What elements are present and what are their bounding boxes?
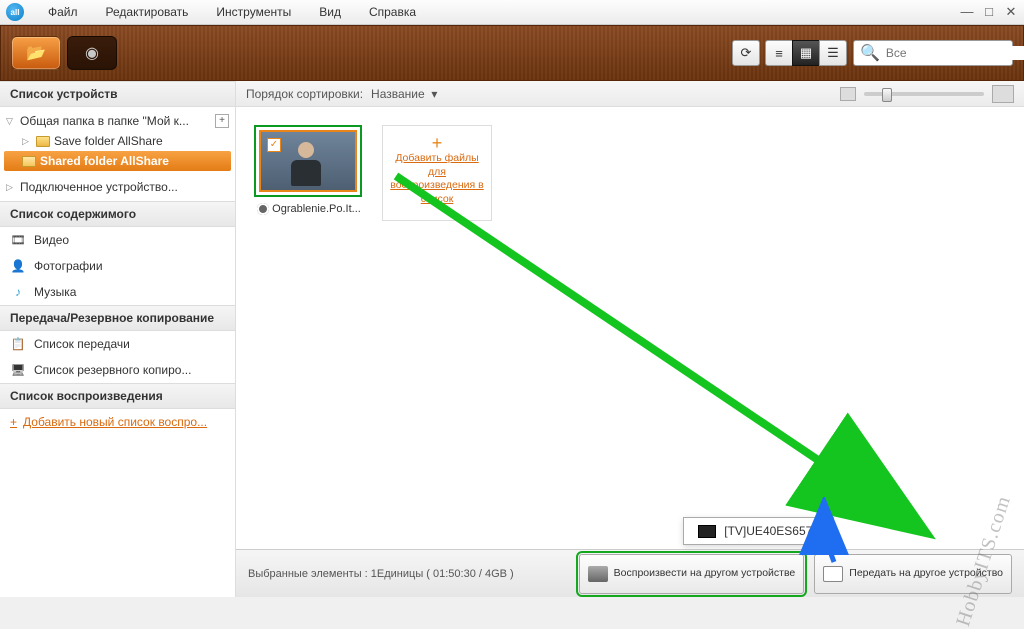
view-list-button[interactable]: ≡ bbox=[765, 40, 793, 66]
tree-root-folder[interactable]: ▽ Общая папка в папке "Мой к... + bbox=[0, 111, 235, 131]
tree-item-label: Save folder AllShare bbox=[54, 134, 163, 148]
button-label: Воспроизвести на другом устройстве bbox=[614, 567, 796, 580]
sidebar-item-video[interactable]: 🎞 Видео bbox=[0, 227, 235, 253]
devices-header: Список устройств bbox=[0, 81, 235, 107]
tree-item-label: Shared folder AllShare bbox=[40, 154, 169, 168]
add-files-label: Добавить файлы для воспроизведения в спи… bbox=[389, 152, 485, 207]
selection-status: Выбранные элементы : 1Единицы ( 01:50:30… bbox=[248, 568, 514, 580]
play-on-device-button[interactable]: Воспроизвести на другом устройстве bbox=[579, 554, 805, 594]
menu-file[interactable]: Файл bbox=[34, 5, 92, 19]
main-toolbar: 📂 ◉ ⟳ ≡ ▦ ☰ 🔍 bbox=[0, 25, 1024, 81]
status-bar: Выбранные элементы : 1Единицы ( 01:50:30… bbox=[236, 549, 1024, 597]
tree-item-label: Подключенное устройство... bbox=[20, 180, 178, 194]
content-header: Список содержимого bbox=[0, 201, 235, 227]
library-tab[interactable]: 📂 bbox=[11, 36, 61, 70]
music-icon: ♪ bbox=[10, 284, 26, 300]
film-reel-icon bbox=[257, 203, 269, 215]
thumb-small-icon bbox=[840, 87, 856, 101]
app-logo-icon: all bbox=[6, 3, 24, 21]
sidebar-item-label: Музыка bbox=[34, 285, 76, 299]
window-controls: — □ ✕ bbox=[960, 5, 1018, 19]
transfer-header: Передача/Резервное копирование bbox=[0, 305, 235, 331]
sidebar-item-music[interactable]: ♪ Музыка bbox=[0, 279, 235, 305]
sort-dropdown[interactable]: Название ▾ bbox=[371, 87, 437, 101]
tree-root-label: Общая папка в папке "Мой к... bbox=[20, 114, 189, 128]
sort-bar: Порядок сортировки: Название ▾ bbox=[236, 81, 1024, 107]
sidebar-item-label: Список передачи bbox=[34, 337, 130, 351]
thumbnail-grid: ✓ Ograblenie.Po.It... + Добавить файлы д… bbox=[236, 107, 1024, 549]
chevron-right-icon: ▷ bbox=[6, 182, 16, 193]
backup-icon: 🖥 bbox=[10, 362, 26, 378]
folder-open-icon bbox=[22, 156, 36, 167]
tree-item-save-folder[interactable]: ▷ Save folder AllShare bbox=[0, 131, 235, 151]
content-area: Порядок сортировки: Название ▾ ✓ Ograble… bbox=[236, 81, 1024, 597]
check-icon: ✓ bbox=[267, 138, 281, 152]
sidebar-item-label: Видео bbox=[34, 233, 69, 247]
sidebar-item-backup-list[interactable]: 🖥 Список резервного копиро... bbox=[0, 357, 235, 383]
sidebar: Список устройств ▽ Общая папка в папке "… bbox=[0, 81, 236, 597]
add-playlist-label: Добавить новый список воспро... bbox=[23, 415, 207, 429]
file-name: Ograblenie.Po.It... bbox=[272, 203, 361, 215]
view-mode-group: ≡ ▦ ☰ bbox=[766, 40, 847, 66]
refresh-button[interactable]: ⟳ bbox=[732, 40, 760, 66]
menu-help[interactable]: Справка bbox=[355, 5, 430, 19]
sidebar-item-photo[interactable]: 👤 Фотографии bbox=[0, 253, 235, 279]
menu-view[interactable]: Вид bbox=[305, 5, 355, 19]
tree-item-shared-folder[interactable]: Shared folder AllShare bbox=[4, 151, 231, 171]
menu-edit[interactable]: Редактировать bbox=[92, 5, 203, 19]
view-detail-button[interactable]: ☰ bbox=[819, 40, 847, 66]
maximize-button[interactable]: □ bbox=[982, 5, 996, 19]
sort-label: Порядок сортировки: bbox=[246, 87, 363, 101]
tree-connected-device[interactable]: ▷ Подключенное устройство... bbox=[0, 177, 235, 197]
thumb-large-icon bbox=[992, 85, 1014, 103]
search-icon: 🔍 bbox=[860, 43, 880, 63]
chevron-right-icon: ▷ bbox=[22, 136, 32, 147]
add-playlist-link[interactable]: + Добавить новый список воспро... bbox=[0, 409, 235, 435]
cast-play-icon bbox=[588, 566, 608, 582]
chevron-down-icon: ▽ bbox=[6, 116, 16, 127]
thumbnail-selected[interactable]: ✓ bbox=[254, 125, 362, 197]
video-icon: 🎞 bbox=[10, 232, 26, 248]
folder-icon bbox=[36, 136, 50, 147]
thumbnail-size-slider[interactable] bbox=[864, 92, 984, 96]
send-file-icon bbox=[823, 566, 843, 582]
play-circle-icon: ◉ bbox=[85, 43, 99, 63]
file-item[interactable]: ✓ Ograblenie.Po.It... bbox=[254, 125, 364, 215]
refresh-icon: ⟳ bbox=[741, 45, 752, 61]
photo-icon: 👤 bbox=[10, 258, 26, 274]
list-icon: ≡ bbox=[775, 46, 783, 61]
transfer-icon: 📋 bbox=[10, 336, 26, 352]
tv-icon bbox=[698, 525, 716, 538]
sidebar-item-transfer-list[interactable]: 📋 Список передачи bbox=[0, 331, 235, 357]
view-grid-button[interactable]: ▦ bbox=[792, 40, 820, 66]
titlebar: all Файл Редактировать Инструменты Вид С… bbox=[0, 0, 1024, 25]
thumbnail-preview bbox=[289, 142, 323, 186]
player-tab[interactable]: ◉ bbox=[67, 36, 117, 70]
grid-icon: ▦ bbox=[800, 45, 812, 61]
device-popup[interactable]: [TV]UE40ES6570 bbox=[683, 517, 834, 545]
search-input[interactable] bbox=[886, 46, 1024, 60]
minimize-button[interactable]: — bbox=[960, 5, 974, 19]
close-button[interactable]: ✕ bbox=[1004, 5, 1018, 19]
detail-icon: ☰ bbox=[827, 45, 839, 61]
add-files-card[interactable]: + Добавить файлы для воспроизведения в с… bbox=[382, 125, 492, 221]
search-box[interactable]: 🔍 bbox=[853, 40, 1013, 66]
folder-open-icon: 📂 bbox=[26, 43, 46, 63]
device-name: [TV]UE40ES6570 bbox=[724, 524, 819, 538]
add-folder-button[interactable]: + bbox=[215, 114, 229, 128]
plus-icon: + bbox=[389, 134, 485, 152]
plus-icon: + bbox=[10, 415, 17, 429]
playlist-header: Список воспроизведения bbox=[0, 383, 235, 409]
sidebar-item-label: Фотографии bbox=[34, 259, 103, 273]
menu-tools[interactable]: Инструменты bbox=[202, 5, 305, 19]
sidebar-item-label: Список резервного копиро... bbox=[34, 363, 191, 377]
